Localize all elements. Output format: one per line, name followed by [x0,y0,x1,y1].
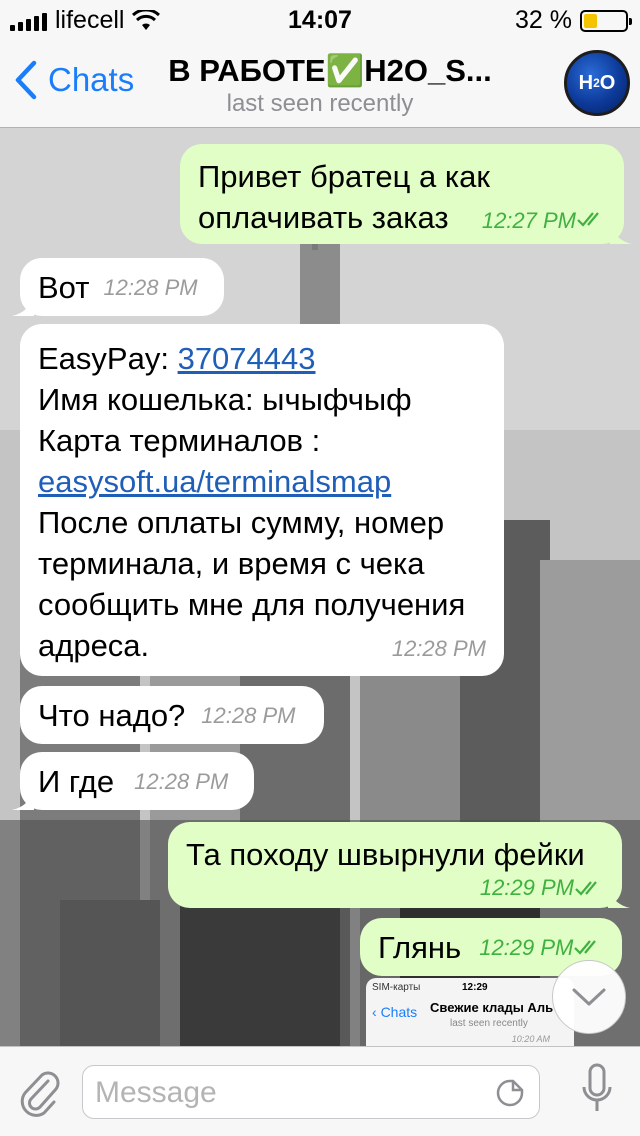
chat-subtitle: last seen recently [226,90,414,117]
message-text-line: адреса. [38,628,150,663]
bubble-tail [608,886,630,908]
voice-message-button[interactable] [582,1063,612,1120]
preview-carrier: SIM-карты [372,982,421,993]
double-check-icon [574,940,597,955]
message-bubble-outgoing[interactable]: Привет братец а как оплачивать заказ 12:… [180,144,632,244]
attach-button[interactable] [18,1067,62,1122]
message-time: 12:29 PM [479,875,574,900]
double-check-icon [575,880,597,896]
terminals-line: Карта терминалов : [38,423,321,458]
battery-icon [580,9,632,32]
message-time: 12:28 PM [201,702,296,728]
chevron-down-icon [572,988,606,1006]
easypay-line: EasyPay: 37074443 [38,338,486,379]
message-bubble-outgoing[interactable]: Та походу швырнули фейки 12:29 PM [168,822,630,908]
easypay-label: EasyPay: [38,341,169,376]
status-bar: lifecell 14:07 32 % [0,0,640,40]
message-input[interactable] [95,1075,475,1111]
message-time: 12:28 PM [391,636,486,661]
avatar[interactable]: H2O [564,50,630,116]
message-bubble-incoming[interactable]: Вот 12:28 PM [12,258,224,316]
double-check-icon [577,212,599,227]
paperclip-icon [20,1071,60,1117]
message-text: Что надо? [38,697,186,733]
message-text: Вот [38,269,90,305]
message-text-line: После оплаты сумму, номер [38,505,445,540]
message-input-container [82,1065,540,1119]
message-time: 12:27 PM [481,208,576,233]
message-bubble-incoming[interactable]: И где 12:28 PM [12,752,254,810]
back-button[interactable]: Chats [14,60,134,100]
message-text-line: Привет братец а как [198,159,490,194]
message-bubble-incoming[interactable]: EasyPay: 37074443 Имя кошелька: ычыфчыф … [20,324,504,676]
terminals-map-link[interactable]: easysoft.ua/terminalsmap [38,461,486,502]
scroll-to-bottom-button[interactable] [552,960,626,1034]
battery-percent: 32 % [515,6,572,34]
preview-time: 12:29 [462,982,488,993]
bubble-tail [610,222,632,244]
screenshot-preview[interactable]: SIM-карты 12:29 ‹ Chats Свежие клады Аль… [366,978,574,1048]
preview-back-label: Chats [380,1004,418,1020]
sticker-button[interactable] [495,1078,525,1113]
avatar-subscript: 2 [593,76,600,90]
message-time: 12:29 PM [479,934,574,960]
preview-back: ‹ Chats [372,1004,418,1020]
preview-title: Свежие клады Аль [430,1000,554,1015]
message-text-line: сообщить мне для получения [38,587,466,622]
preview-subtitle: last seen recently [450,1018,528,1029]
microphone-icon [582,1063,612,1111]
easypay-number-link[interactable]: 37074443 [178,341,316,376]
message-time: 12:28 PM [103,274,198,300]
back-label: Chats [48,61,135,98]
message-text-line: оплачивать заказ [198,200,449,235]
message-bubble-incoming[interactable]: Что надо? 12:28 PM [20,686,324,744]
avatar-letter-tail: O [599,71,616,94]
chat-title[interactable]: В РАБОТЕ✅H2O_S... [150,52,510,89]
message-text-line: терминала, и время с чека [38,546,425,581]
avatar-letter: H [578,71,594,94]
preview-message-time: 10:20 AM [511,1034,550,1044]
wallet-line: Имя кошелька: ычыфчыф [38,382,412,417]
message-time: 12:28 PM [134,768,229,794]
battery-info: 32 % [515,6,632,35]
message-text: И где [38,763,115,799]
bubble-tail [12,788,34,810]
chevron-left-icon [15,60,37,100]
message-text: Глянь [378,929,462,965]
message-composer [0,1046,640,1136]
bubble-tail [12,294,34,316]
chat-header: Chats В РАБОТЕ✅H2O_S... last seen recent… [0,40,640,128]
sticker-icon [496,1079,524,1107]
